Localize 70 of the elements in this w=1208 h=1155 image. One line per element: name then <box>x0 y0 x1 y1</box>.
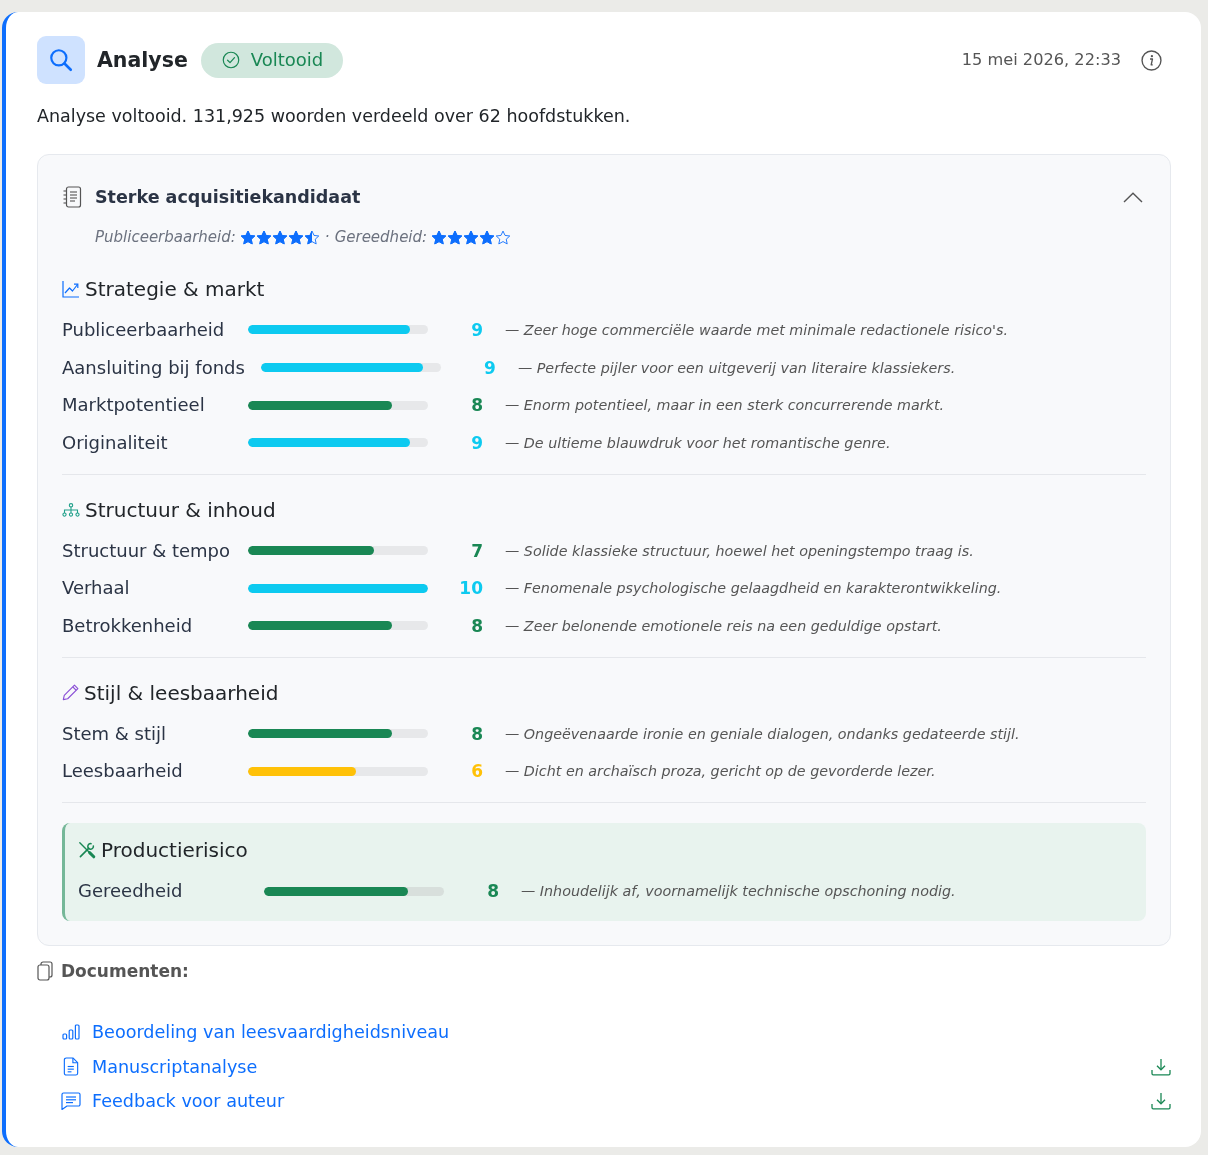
document-link[interactable]: Beoordeling van leesvaardigheidsniveau <box>92 1020 450 1045</box>
score-value: 9 <box>470 318 483 342</box>
chat-icon <box>61 1092 81 1111</box>
chevron-up-icon[interactable] <box>1123 191 1143 203</box>
half-star-icon <box>303 229 320 245</box>
star-icon <box>447 229 464 245</box>
score-value: 7 <box>470 539 483 563</box>
sitemap-icon <box>62 502 80 517</box>
criterion-label: Aansluiting bij fonds <box>62 355 245 380</box>
score-comment: — Dicht en archaïsch proza, gericht op de gevorderde lezer. <box>505 762 936 782</box>
star-icon <box>271 229 288 245</box>
criterion-label: Publiceerbaarheid <box>62 317 226 342</box>
download-icon[interactable] <box>1151 1092 1171 1111</box>
section-title: Strategie & markt <box>85 276 265 303</box>
score-value: 9 <box>470 431 483 455</box>
criterion-label: Originaliteit <box>62 430 169 455</box>
star-icon <box>463 229 480 245</box>
score-value: 9 <box>483 356 496 380</box>
info-icon[interactable] <box>1141 49 1162 71</box>
rating-label: Gereedheid: <box>334 227 428 248</box>
score-comment: — De ultieme blauwdruk voor het romantische genre. <box>505 433 891 453</box>
score-value: 8 <box>486 880 499 904</box>
score-value: 8 <box>470 614 483 638</box>
star-icon <box>255 229 272 245</box>
pencil-icon <box>62 684 79 702</box>
panel-title: Sterke acquisitiekandidaat <box>95 186 361 209</box>
section-title: Structuur & inhoud <box>85 496 276 524</box>
score-value: 6 <box>470 760 483 784</box>
criterion-label: Stem & stijl <box>62 721 167 746</box>
search-icon <box>37 36 85 84</box>
score-value: 8 <box>470 722 483 746</box>
documents-heading: Documenten: <box>61 959 189 983</box>
section-title: Stijl & leesbaarheid <box>84 679 279 707</box>
star-icon <box>239 229 256 245</box>
tools-icon <box>78 841 96 860</box>
score-comment: — Ongeëvenaarde ironie en geniale dialogen, ondanks gedateerde stijl. <box>505 724 1020 744</box>
notebook-icon <box>62 186 82 208</box>
score-comment: — Inhoudelijk af, voornamelijk technische opschoning nodig. <box>521 882 956 902</box>
timestamp: 15 mei 2026, 22:33 <box>961 49 1121 71</box>
criterion-label: Betrokkenheid <box>62 613 194 638</box>
page-title: Analyse <box>97 48 188 72</box>
star-icon <box>479 229 496 245</box>
score-comment: — Perfecte pijler voor een uitgeverij van literaire klassiekers. <box>517 358 956 378</box>
copy-icon <box>37 960 53 981</box>
section-title: Productierisico <box>101 837 248 865</box>
star-icon <box>287 229 304 245</box>
criterion-label: Leesbaarheid <box>62 759 184 784</box>
star-icon <box>431 229 448 245</box>
criterion-label: Verhaal <box>62 576 131 601</box>
document-link[interactable]: Manuscriptanalyse <box>92 1054 258 1079</box>
status-text: Voltooid <box>250 49 324 71</box>
check-circle-icon <box>221 51 240 69</box>
bar-chart-icon <box>61 1024 81 1041</box>
score-comment: — Zeer belonende emotionele reis na een geduldige opstart. <box>505 616 942 636</box>
score-comment: — Fenomenale psychologische gelaagdheid en karakterontwikkeling. <box>505 579 1002 599</box>
score-value: 10 <box>458 577 483 601</box>
score-comment: — Zeer hoge commerciële waarde met minimale redactionele risico's. <box>505 320 1008 340</box>
score-comment: — Enorm potentieel, maar in een sterk concurrerende markt. <box>505 396 945 416</box>
summary-text: Analyse voltooid. 131,925 woorden verdeeld over 62 hoofdstukken. <box>37 105 632 128</box>
criterion-label: Structuur & tempo <box>62 538 232 563</box>
document-icon <box>61 1057 81 1077</box>
document-link[interactable]: Feedback voor auteur <box>92 1089 285 1114</box>
score-value: 8 <box>470 394 483 418</box>
criterion-label: Gereedheid <box>78 879 184 904</box>
rating-separator: · <box>324 227 330 248</box>
download-icon[interactable] <box>1151 1057 1171 1076</box>
rating-label: Publiceerbaarheid: <box>95 227 236 248</box>
chart-line-icon <box>62 280 80 298</box>
criterion-label: Marktpotentieel <box>62 393 206 418</box>
score-comment: — Solide klassieke structuur, hoewel het openingstempo traag is. <box>505 541 974 561</box>
